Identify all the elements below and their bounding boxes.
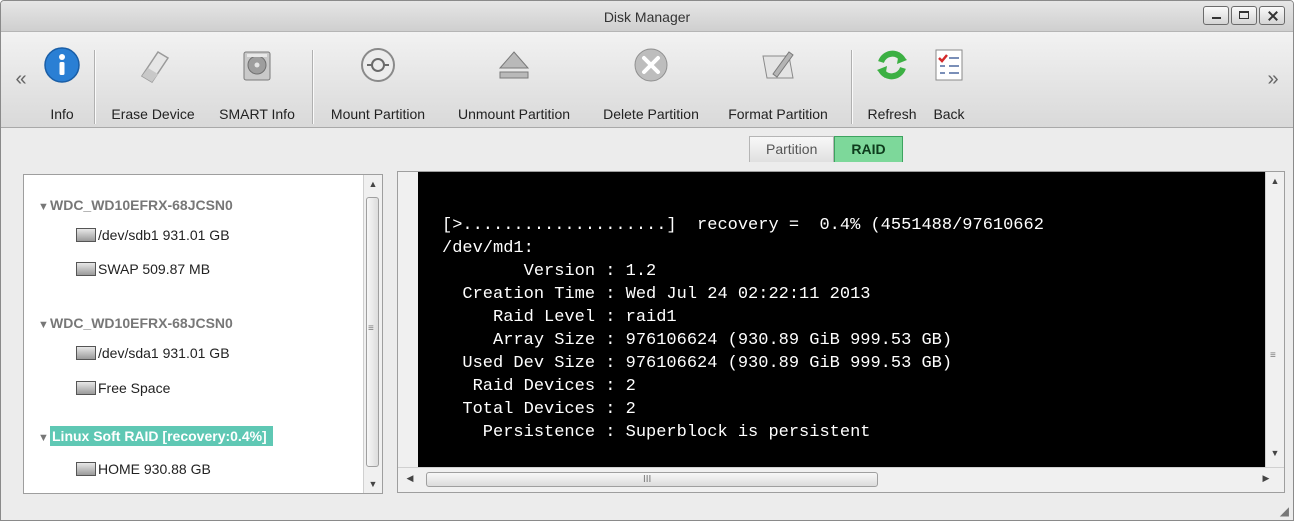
partition-icon <box>76 381 96 395</box>
minimize-icon <box>1204 7 1228 24</box>
maximize-button[interactable] <box>1231 6 1257 25</box>
tree-partition-node[interactable]: Free Space <box>76 380 170 396</box>
unmount-partition-button[interactable]: Unmount Partition <box>439 32 589 127</box>
scroll-left-icon[interactable]: ◀ <box>404 473 416 484</box>
partition-label: Free Space <box>98 380 171 396</box>
terminal-horizontal-scrollbar[interactable]: ◀ III ▶ <box>398 467 1284 492</box>
scroll-up-icon[interactable]: ▲ <box>1266 176 1284 186</box>
terminal-output: [>....................] recovery = 0.4% … <box>418 172 1266 468</box>
scroll-right-icon[interactable]: ▶ <box>1260 473 1272 484</box>
tab-partition[interactable]: Partition <box>749 136 835 162</box>
toolbar-scroll-right-button[interactable]: » <box>1263 68 1283 91</box>
info-icon <box>44 47 80 83</box>
expand-triangle-icon: ▼ <box>38 432 49 444</box>
title-bar[interactable]: Disk Manager <box>1 1 1293 32</box>
partition-icon <box>76 262 96 276</box>
scroll-grip-icon: ≡ <box>1270 350 1276 361</box>
delete-partition-button[interactable]: Delete Partition <box>591 32 711 127</box>
raid-status-text: [>....................] recovery = 0.4% … <box>442 216 1044 442</box>
refresh-button[interactable]: Refresh <box>859 32 925 127</box>
tree-disk-node[interactable]: ▼WDC_WD10EFRX-68JCSN0 <box>38 197 233 213</box>
resize-grip-icon[interactable]: ◢ <box>1280 504 1289 518</box>
maximize-icon <box>1232 7 1256 24</box>
scroll-grip-icon: III <box>643 474 652 485</box>
partition-label: /dev/sda1 931.01 GB <box>98 345 230 361</box>
unmount-partition-label: Unmount Partition <box>457 106 571 122</box>
tree-raid-node[interactable]: ▼ Linux Soft RAID [recovery:0.4%] <box>38 426 273 446</box>
close-icon <box>1260 7 1284 24</box>
disk-label: WDC_WD10EFRX-68JCSN0 <box>50 315 233 331</box>
disk-label: WDC_WD10EFRX-68JCSN0 <box>50 197 233 213</box>
tree-partition-node[interactable]: /dev/sda1 931.01 GB <box>76 345 230 361</box>
partition-label: HOME 930.88 GB <box>98 461 211 477</box>
format-partition-label: Format Partition <box>728 106 828 122</box>
terminal-gutter <box>398 172 418 468</box>
back-button[interactable]: Back <box>927 32 971 127</box>
erase-device-button[interactable]: Erase Device <box>101 32 205 127</box>
hard-disk-icon <box>243 51 271 81</box>
window-controls <box>1203 6 1285 25</box>
partition-label: SWAP 509.87 MB <box>98 261 211 277</box>
partition-icon <box>76 462 96 476</box>
partition-icon <box>76 346 96 360</box>
toolbar-scroll-left-button[interactable]: « <box>11 68 31 91</box>
tree-disk-node[interactable]: ▼WDC_WD10EFRX-68JCSN0 <box>38 315 233 331</box>
raid-label-selected: Linux Soft RAID [recovery:0.4%] <box>50 426 273 446</box>
close-button[interactable] <box>1259 6 1285 25</box>
tree-partition-node[interactable]: SWAP 509.87 MB <box>76 261 210 277</box>
tree-partition-node[interactable]: /dev/sdb1 931.01 GB <box>76 227 230 243</box>
toolbar-separator <box>851 50 852 124</box>
refresh-label: Refresh <box>867 106 917 122</box>
erase-device-label: Erase Device <box>111 106 195 122</box>
mount-icon <box>361 48 395 82</box>
scroll-down-icon[interactable]: ▼ <box>364 479 382 489</box>
disk-manager-window: Disk Manager « Info Erase Device SMART I… <box>0 0 1294 521</box>
minimize-button[interactable] <box>1203 6 1229 25</box>
partition-label: /dev/sdb1 931.01 GB <box>98 227 230 243</box>
format-icon <box>762 51 794 79</box>
eraser-icon <box>140 50 170 84</box>
mount-partition-button[interactable]: Mount Partition <box>319 32 437 127</box>
expand-triangle-icon: ▼ <box>38 201 49 213</box>
back-label: Back <box>933 106 965 122</box>
mount-partition-label: Mount Partition <box>330 106 426 122</box>
scroll-grip-icon: ≡ <box>368 323 374 334</box>
scroll-down-icon[interactable]: ▼ <box>1266 448 1284 458</box>
tree-partition-node[interactable]: HOME 930.88 GB <box>76 461 211 477</box>
checklist-icon <box>935 49 963 81</box>
disk-tree: ▼WDC_WD10EFRX-68JCSN0 /dev/sdb1 931.01 G… <box>23 174 383 494</box>
delete-partition-label: Delete Partition <box>603 106 699 122</box>
info-label: Info <box>50 106 74 122</box>
toolbar-separator <box>312 50 313 124</box>
terminal-hscroll-thumb[interactable]: III <box>426 472 878 487</box>
partition-icon <box>76 228 96 242</box>
format-partition-button[interactable]: Format Partition <box>713 32 843 127</box>
tree-vertical-scrollbar[interactable]: ▲ ≡ ▼ <box>363 175 382 493</box>
view-tabs: Partition RAID <box>749 136 903 162</box>
tab-raid[interactable]: RAID <box>834 136 903 162</box>
delete-icon <box>634 48 668 82</box>
window-title: Disk Manager <box>603 9 691 25</box>
eject-icon <box>498 51 530 79</box>
info-button[interactable]: Info <box>37 32 87 127</box>
toolbar-separator <box>94 50 95 124</box>
refresh-icon <box>877 50 907 80</box>
expand-triangle-icon: ▼ <box>38 319 49 331</box>
raid-detail-panel: [>....................] recovery = 0.4% … <box>397 171 1285 493</box>
toolbar: « Info Erase Device SMART Info Mount Par… <box>1 32 1293 128</box>
smart-info-label: SMART Info <box>219 106 295 122</box>
scroll-up-icon[interactable]: ▲ <box>364 179 382 189</box>
smart-info-button[interactable]: SMART Info <box>207 32 307 127</box>
terminal-vertical-scrollbar[interactable]: ▲ ≡ ▼ <box>1265 172 1284 468</box>
